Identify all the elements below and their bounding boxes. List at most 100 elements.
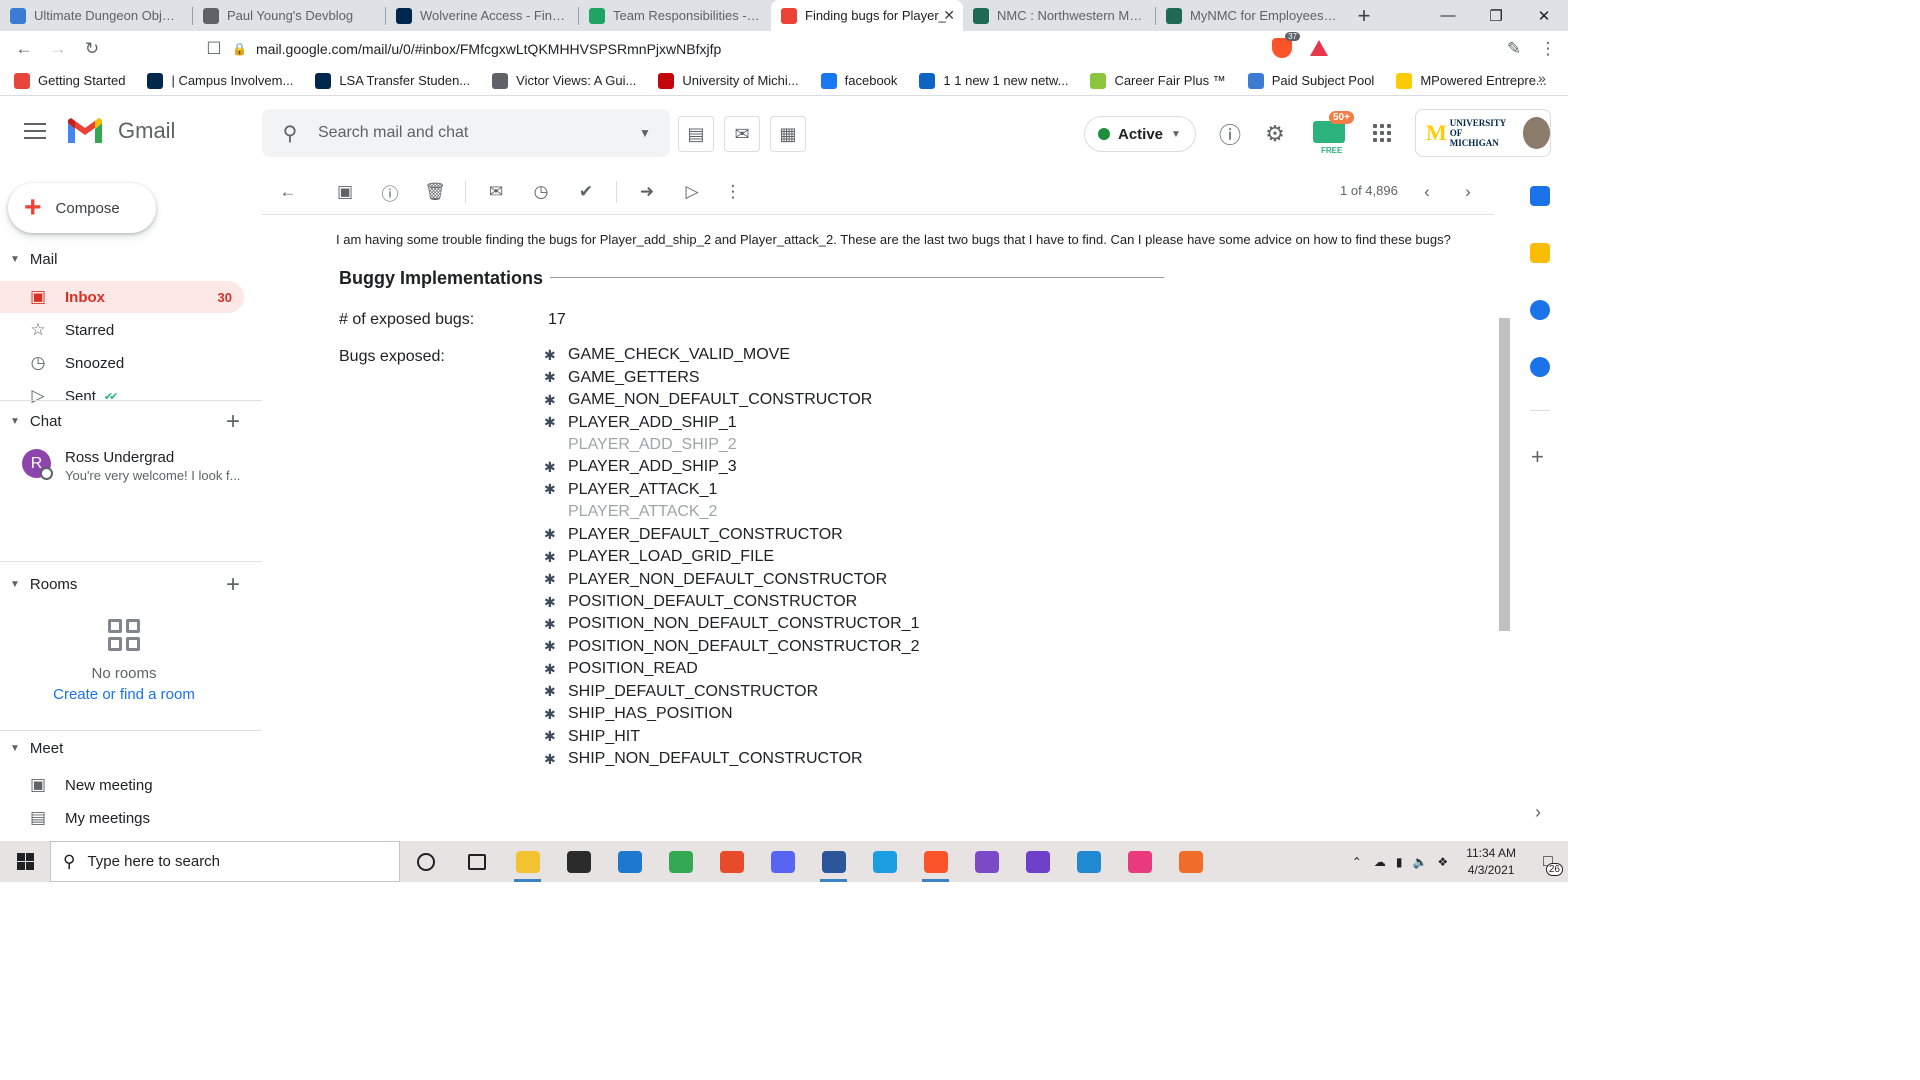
start-button-icon[interactable] <box>0 841 50 882</box>
edge-icon[interactable] <box>859 841 910 882</box>
creative-cloud-icon[interactable] <box>1114 841 1165 882</box>
mailtrack-icon[interactable]: 50+ FREE <box>1311 111 1354 155</box>
bookmark-item[interactable]: | Campus Involvem... <box>147 72 293 89</box>
settings-gear-icon[interactable]: ⚙ <box>1262 121 1288 147</box>
browser-tab[interactable]: NMC : Northwestern Michig <box>963 0 1155 31</box>
browser-tab[interactable]: Paul Young's Devblog <box>193 0 385 31</box>
bookmark-item[interactable]: LSA Transfer Studen... <box>315 72 470 89</box>
address-bar[interactable]: 🔒 mail.google.com/mail/u/0/#inbox/FMfcgx… <box>232 34 1362 63</box>
contacts-addon-icon[interactable] <box>1530 357 1550 377</box>
more-bookmarks-icon[interactable]: » <box>1538 70 1546 86</box>
account-avatar[interactable] <box>1522 117 1550 149</box>
more-options-icon[interactable]: ⋮ <box>720 179 746 205</box>
cortana-icon[interactable] <box>400 841 451 882</box>
previous-icon[interactable]: ‹ <box>1414 179 1440 205</box>
new-room-plus-icon[interactable]: + <box>226 571 240 599</box>
rooms-section-header[interactable]: ▼ Rooms + <box>10 571 250 598</box>
firefox-icon[interactable] <box>1165 841 1216 882</box>
meet-section-header[interactable]: ▼ Meet <box>10 740 250 757</box>
label-icon[interactable]: ▷ <box>679 179 705 205</box>
new-chat-plus-icon[interactable]: + <box>226 408 240 436</box>
restore-button[interactable]: ❐ <box>1472 0 1520 31</box>
visual-studio-icon[interactable] <box>961 841 1012 882</box>
nav-item-starred[interactable]: ☆ Starred <box>0 314 244 346</box>
browser-tab[interactable]: MyNMC for Employees - Ho <box>1156 0 1348 31</box>
bookmark-item[interactable]: facebook <box>820 72 897 89</box>
taskbar-search[interactable]: ⚲ Type here to search <box>50 841 400 882</box>
bookmark-item[interactable]: MPowered Entrepre... <box>1396 72 1547 89</box>
discord-icon[interactable] <box>757 841 808 882</box>
gmail-logo[interactable]: Gmail <box>66 117 175 145</box>
close-window-button[interactable]: ✕ <box>1520 0 1568 31</box>
nav-item-inbox[interactable]: ▣ Inbox 30 <box>0 281 244 313</box>
battery-icon[interactable]: ▮ <box>1396 855 1403 869</box>
template-extension-icon[interactable]: ▦ <box>770 116 806 152</box>
compose-button[interactable]: + Compose <box>8 183 156 233</box>
store-icon[interactable] <box>553 841 604 882</box>
back-to-inbox-icon[interactable]: ← <box>275 179 301 205</box>
create-room-link[interactable]: Create or find a room <box>0 686 248 703</box>
task-view-icon[interactable] <box>451 841 502 882</box>
new-meeting-item[interactable]: ▣ New meeting <box>0 769 244 801</box>
brave-rewards-icon[interactable] <box>1310 40 1328 56</box>
browser-tab[interactable]: Wolverine Access - Find & Fa <box>386 0 578 31</box>
reload-icon[interactable]: ↻ <box>76 33 108 65</box>
move-to-icon[interactable]: ➜ <box>634 179 660 205</box>
browser-tab[interactable]: Team Responsibilities - ENTR <box>579 0 771 31</box>
minimize-button[interactable]: — <box>1424 0 1472 31</box>
next-icon[interactable]: › <box>1455 179 1481 205</box>
brave-shields-icon[interactable]: 37 <box>1272 32 1300 58</box>
new-tab-button[interactable]: + <box>1348 0 1380 31</box>
search-bar[interactable]: ⚲ Search mail and chat ▼ <box>262 109 670 157</box>
bookmark-item[interactable]: Paid Subject Pool <box>1247 72 1374 89</box>
my-meetings-item[interactable]: ▤ My meetings <box>0 802 244 834</box>
tasks-addon-icon[interactable] <box>1530 300 1550 320</box>
show-panel-chevron-icon[interactable]: › <box>1535 802 1541 823</box>
get-addons-plus-icon[interactable]: + <box>1531 444 1544 470</box>
brave-icon[interactable] <box>910 841 961 882</box>
bookmark-item[interactable]: Victor Views: A Gui... <box>492 72 636 89</box>
archive-icon[interactable]: ▣ <box>332 179 358 205</box>
browser-tab[interactable]: Ultimate Dungeon Objective <box>0 0 192 31</box>
nav-item-snoozed[interactable]: ◷ Snoozed <box>0 347 244 379</box>
office-icon[interactable] <box>706 841 757 882</box>
bookmark-item[interactable]: University of Michi... <box>658 72 799 89</box>
search-icon[interactable]: ⚲ <box>262 121 318 146</box>
github-desktop-icon[interactable] <box>1012 841 1063 882</box>
clock[interactable]: 11:34 AM 4/3/2021 <box>1466 845 1516 879</box>
back-icon[interactable]: ← <box>8 33 40 65</box>
main-menu-icon[interactable] <box>24 123 46 144</box>
onedrive-icon[interactable]: ☁ <box>1374 855 1386 869</box>
search-input[interactable]: Search mail and chat <box>318 124 620 142</box>
chat-section-header[interactable]: ▼ Chat + <box>10 408 250 435</box>
bookmark-item[interactable]: 1 1 new 1 new netw... <box>919 72 1068 89</box>
mail-icon[interactable] <box>604 841 655 882</box>
file-explorer-icon[interactable] <box>502 841 553 882</box>
google-apps-icon[interactable] <box>1373 124 1391 142</box>
search-options-icon[interactable]: ▼ <box>620 126 670 140</box>
vscode-icon[interactable] <box>1063 841 1114 882</box>
snooze-icon[interactable]: ◷ <box>528 179 554 205</box>
word-icon[interactable] <box>808 841 859 882</box>
keep-addon-icon[interactable] <box>1530 243 1550 263</box>
chat-conversation[interactable]: R Ross Undergrad You're very welcome! I … <box>22 449 240 483</box>
notification-center-icon[interactable]: □ 26 <box>1528 841 1568 882</box>
bookmark-item[interactable]: Getting Started <box>14 72 125 89</box>
mail-extension-icon[interactable]: ✉ <box>724 116 760 152</box>
report-spam-icon[interactable]: ⓘ <box>377 179 403 205</box>
chrome-icon[interactable] <box>655 841 706 882</box>
mail-section-header[interactable]: ▼ Mail <box>10 251 250 268</box>
tray-overflow-icon[interactable]: ⌃ <box>1352 855 1362 869</box>
account-switcher[interactable]: M UNIVERSITY OF MICHIGAN <box>1415 109 1551 157</box>
bookmark-item[interactable]: Career Fair Plus ™ <box>1090 72 1226 89</box>
mark-unread-icon[interactable]: ✉ <box>483 179 509 205</box>
delete-icon[interactable]: 🗑 <box>422 179 448 205</box>
help-icon[interactable]: ⓘ <box>1217 121 1243 148</box>
calendar-addon-icon[interactable] <box>1530 186 1550 206</box>
volume-icon[interactable]: 🔈 <box>1412 855 1427 869</box>
bookmark-icon[interactable]: ☐ <box>198 33 230 65</box>
dropbox-icon[interactable]: ❖ <box>1437 855 1448 869</box>
sheets-extension-icon[interactable]: ▤ <box>678 116 714 152</box>
message-scrollbar[interactable] <box>1499 318 1510 631</box>
nav-item-sent[interactable]: ▷ Sent ✔✔ <box>0 380 244 412</box>
